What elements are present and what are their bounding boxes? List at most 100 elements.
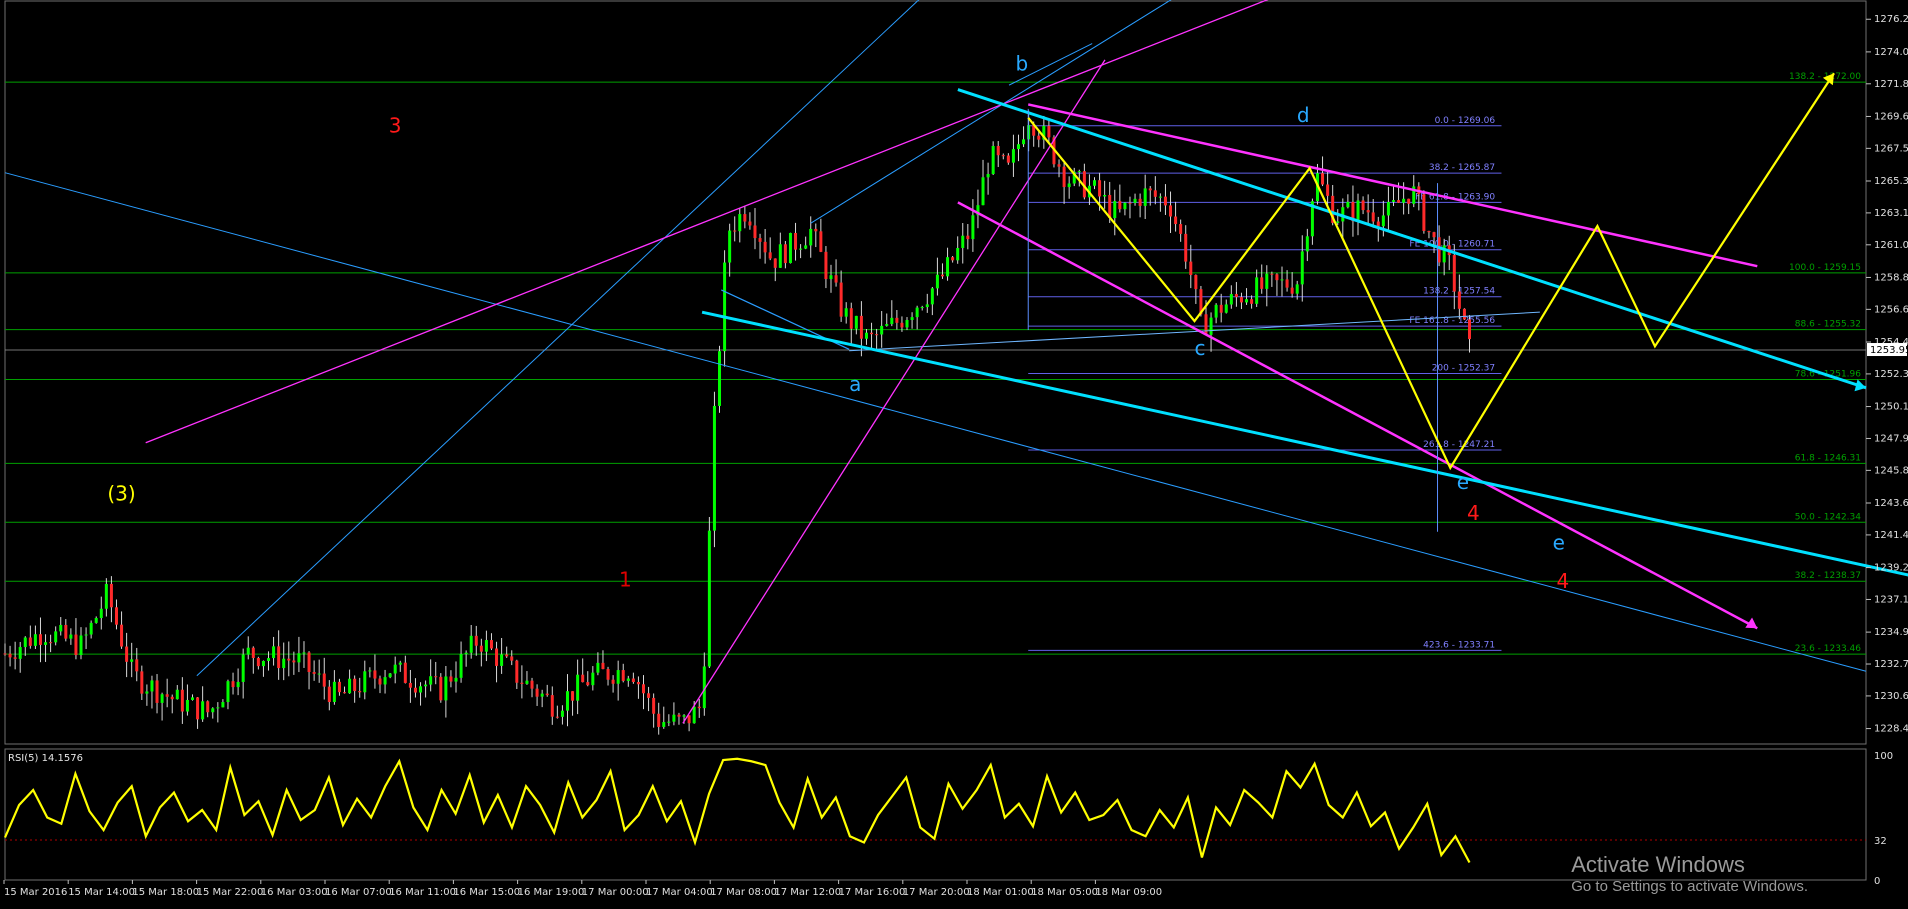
candle-up	[398, 662, 402, 665]
candle-up	[459, 654, 463, 678]
candle-up	[707, 530, 711, 667]
candle-down	[819, 231, 823, 252]
candle-up	[221, 702, 225, 708]
candle-down	[1407, 198, 1411, 204]
cyan-arrowhead-2	[1854, 379, 1866, 392]
candle-down	[697, 706, 701, 709]
candle-up	[880, 325, 884, 335]
candle-down	[439, 676, 443, 701]
candle-down	[631, 678, 635, 682]
candle-down	[636, 681, 640, 685]
wave-label: b	[1015, 51, 1028, 75]
candle-up	[915, 307, 919, 318]
candle-up	[104, 583, 108, 609]
price-grid	[4, 0, 1867, 881]
price-tick-label: 1256.69	[1874, 304, 1908, 315]
candle-down	[28, 637, 32, 646]
candle-up	[799, 248, 803, 250]
price-tick-label: 1269.69	[1874, 111, 1908, 122]
candle-down	[1179, 224, 1183, 234]
candle-down	[895, 317, 899, 323]
candle-down	[1467, 319, 1471, 340]
candle-down	[1462, 308, 1466, 320]
candle-up	[23, 637, 27, 648]
rsi-tick-label: 32	[1874, 836, 1887, 847]
candle-down	[170, 696, 174, 700]
candle-up	[1255, 277, 1259, 304]
candle-up	[1103, 194, 1107, 197]
candle-up	[1011, 149, 1015, 163]
candle-up	[160, 694, 164, 703]
candle-down	[1234, 294, 1238, 298]
candle-down	[206, 701, 210, 713]
candle-up	[246, 647, 250, 655]
candle-down	[1189, 261, 1193, 276]
candle-up	[419, 686, 423, 693]
price-tick-label: 1241.49	[1874, 530, 1908, 541]
candle-down	[449, 676, 453, 682]
candle-down	[677, 714, 681, 717]
candle-down	[292, 660, 296, 663]
candle-down	[773, 258, 777, 268]
candle-up	[297, 653, 301, 663]
candle-up	[272, 646, 276, 659]
candle-down	[251, 647, 255, 659]
candle-down	[743, 214, 747, 222]
fib-level-label: 100.0 - 1259.15	[1789, 263, 1861, 273]
candle-down	[413, 687, 417, 693]
candle-up	[464, 652, 468, 655]
candle-down	[996, 145, 1000, 156]
candle-down	[3, 653, 7, 655]
price-tick-label: 1232.79	[1874, 659, 1908, 670]
time-tick-label: 17 Mar 16:00	[839, 887, 906, 898]
candle-up	[925, 304, 929, 308]
candle-down	[1062, 166, 1066, 188]
time-tick-label: 18 Mar 05:00	[1031, 887, 1098, 898]
candle-up	[145, 691, 149, 694]
candle-up	[18, 647, 22, 659]
candle-down	[307, 652, 311, 673]
candle-down	[1397, 200, 1401, 203]
watermark-subtitle: Go to Settings to activate Windows.	[1571, 878, 1808, 895]
current-price-label: 1253.95	[1870, 345, 1908, 356]
candle-up	[216, 707, 220, 709]
candle-up	[1356, 200, 1360, 222]
candle-up	[712, 405, 716, 531]
time-axis: 15 Mar 2016 15 Mar 14:0015 Mar 18:0015 Ma…	[3, 880, 1162, 898]
candle-down	[940, 274, 944, 277]
candle-down	[1194, 275, 1198, 290]
candle-down	[1361, 200, 1365, 211]
candle-down	[353, 678, 357, 692]
candle-down	[135, 659, 139, 672]
candle-down	[277, 646, 281, 669]
candle-down	[550, 695, 554, 717]
candle-up	[1143, 188, 1147, 206]
rsi-line	[3, 757, 1471, 864]
candle-up	[626, 678, 630, 681]
candle-down	[479, 645, 483, 652]
candle-up	[1305, 236, 1309, 252]
candle-up	[368, 670, 372, 672]
candle-down	[870, 332, 874, 335]
candle-down	[794, 232, 798, 250]
candle-down	[951, 257, 955, 261]
candle-down	[155, 680, 159, 703]
magenta-channel-top	[1027, 103, 1758, 268]
time-tick-label: 15 Mar 18:00	[132, 887, 199, 898]
candle-down	[505, 654, 509, 657]
candle-down	[783, 244, 787, 264]
candle-down	[1006, 155, 1010, 163]
fib-extension-label: 423.6 - 1233.71	[1423, 640, 1495, 650]
candle-up	[718, 351, 722, 406]
candle-down	[140, 671, 144, 694]
candle-down	[1376, 221, 1380, 227]
trendline-drawings[interactable]	[4, 0, 1908, 724]
candle-down	[1219, 304, 1223, 313]
time-tick-label: 17 Mar 00:00	[582, 887, 649, 898]
candle-down	[1285, 279, 1289, 288]
candle-down	[1098, 180, 1102, 197]
candle-down	[748, 221, 752, 226]
candle-down	[1290, 287, 1294, 294]
price-tick-label: 1245.84	[1874, 465, 1908, 476]
price-tick-label: 1237.14	[1874, 594, 1908, 605]
